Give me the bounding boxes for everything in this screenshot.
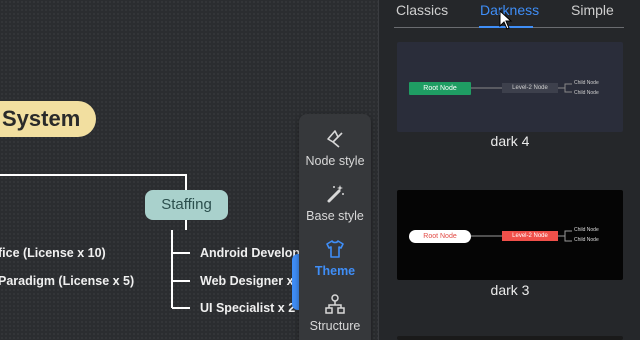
tool-theme-label: Theme: [314, 264, 356, 278]
leaf-node[interactable]: Paradigm (License x 5): [0, 274, 134, 288]
root-node[interactable]: System: [0, 101, 96, 137]
theme-card-next[interactable]: [397, 336, 623, 340]
tool-base-style-label: Base style: [306, 209, 364, 223]
staffing-node[interactable]: Staffing: [145, 190, 228, 220]
preview-child-node: Child Node: [574, 80, 599, 86]
tool-node-style-label: Node style: [305, 154, 365, 168]
leaf-node[interactable]: Android Develope: [200, 246, 307, 260]
theme-card-dark-4[interactable]: Root Node Level-2 Node Child Node Child …: [397, 42, 623, 132]
preview-root-node: Root Node: [409, 82, 471, 95]
theme-name-dark-4: dark 4: [490, 133, 530, 149]
root-node-label: System: [2, 106, 81, 131]
leaf-node[interactable]: UI Specialist x 2: [200, 301, 295, 315]
tool-base-style[interactable]: Base style: [299, 177, 371, 227]
preview-level2-node: Level-2 Node: [502, 83, 558, 93]
tool-structure[interactable]: Structure: [299, 287, 371, 337]
tab-simple[interactable]: Simple: [571, 2, 614, 18]
tool-structure-label: Structure: [309, 319, 361, 333]
staffing-node-label: Staffing: [161, 196, 212, 213]
preview-root-node: Root Node: [409, 230, 471, 243]
theme-card-dark-3[interactable]: Root Node Level-2 Node Child Node Child …: [397, 190, 623, 280]
preview-level2-node: Level-2 Node: [502, 231, 558, 241]
preview-child-node: Child Node: [574, 227, 599, 233]
theme-panel: Classics Darkness Simple Root Node Level…: [378, 0, 640, 340]
structure-icon: [299, 293, 371, 317]
mouse-cursor-icon: [499, 10, 513, 30]
leaf-node[interactable]: Web Designer x 2: [200, 274, 304, 288]
format-tool-panel: Node style Base style Theme Structure: [299, 114, 371, 340]
leaf-node[interactable]: fice (License x 10): [0, 246, 106, 260]
magic-wand-icon: [299, 183, 371, 207]
tool-theme[interactable]: Theme: [299, 232, 371, 282]
preview-child-node: Child Node: [574, 237, 599, 243]
tab-classics[interactable]: Classics: [396, 2, 448, 18]
node-style-icon: [299, 128, 371, 152]
tool-node-style[interactable]: Node style: [299, 122, 371, 172]
preview-child-node: Child Node: [574, 90, 599, 96]
tshirt-icon: [299, 238, 371, 262]
theme-name-dark-3: dark 3: [490, 282, 530, 298]
